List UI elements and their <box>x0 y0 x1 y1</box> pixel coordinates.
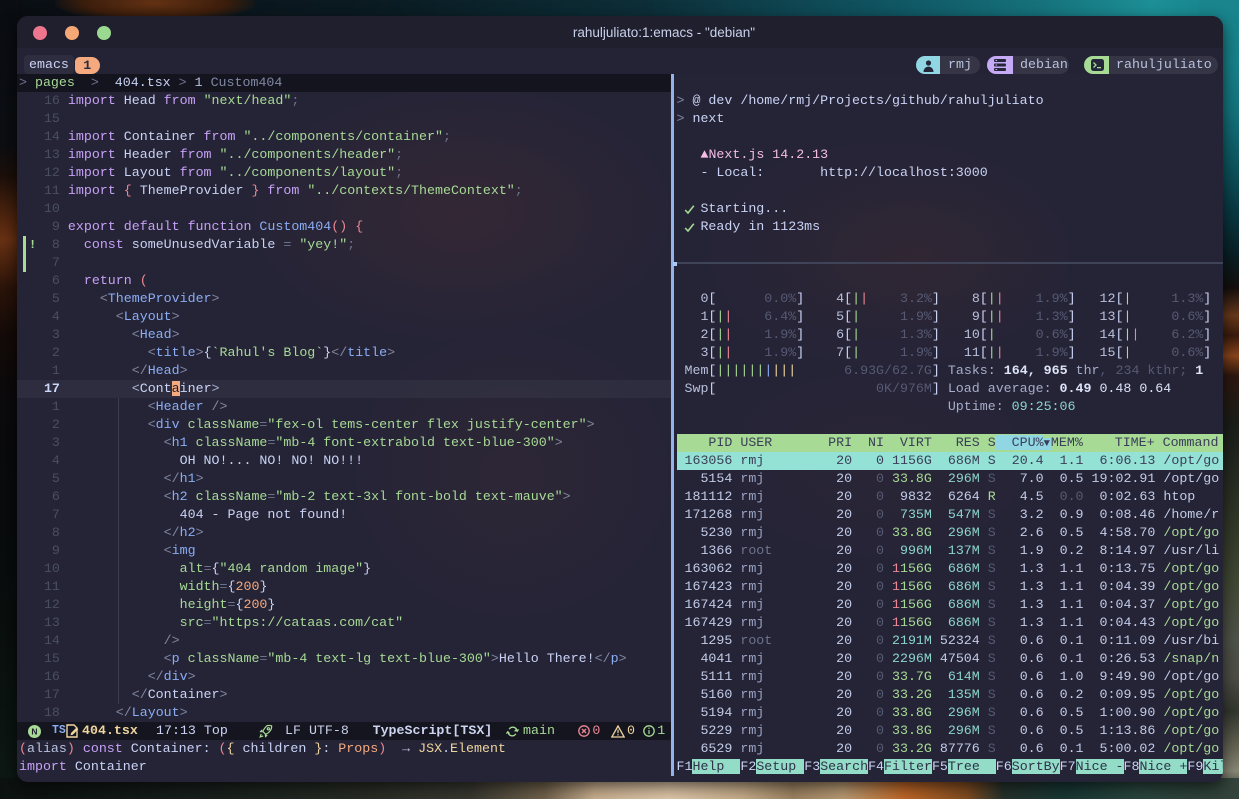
svg-text:N: N <box>31 726 37 736</box>
